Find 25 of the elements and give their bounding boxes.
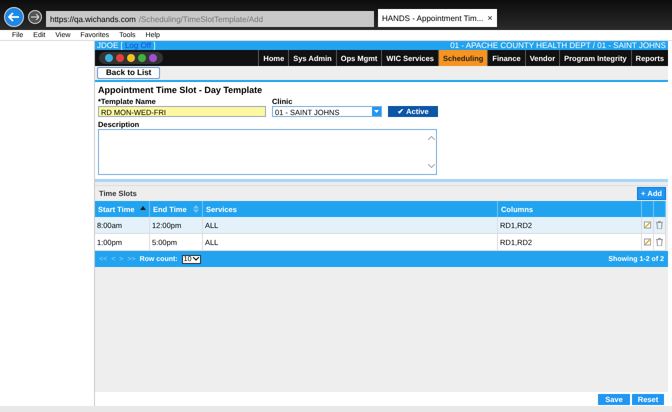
header-cell <box>642 201 654 217</box>
bracket: ] <box>152 41 156 50</box>
close-icon[interactable]: × <box>487 13 493 23</box>
trash-icon[interactable] <box>656 238 663 246</box>
edit-icon[interactable] <box>644 221 651 229</box>
description-field[interactable] <box>98 129 437 175</box>
logo-drawing <box>99 51 163 65</box>
sort-up-icon[interactable] <box>140 205 146 213</box>
arrow-left-icon <box>8 12 20 22</box>
header-cell <box>654 201 666 217</box>
forward-button[interactable] <box>28 10 42 24</box>
trash-icon[interactable] <box>656 221 663 229</box>
back-to-list-button[interactable]: Back to List <box>97 67 160 79</box>
location-text: 01 - APACHE COUNTY HEALTH DEPT / 01 - SAINT JOHNS <box>450 41 666 50</box>
form-title: Appointment Time Slot - Day Template <box>98 85 264 95</box>
browser-tab[interactable]: HANDS - Appointment Tim... × <box>378 9 497 27</box>
address-bar[interactable]: https://qa.wichands.com /Scheduling/TimeSlotTemplate/Add <box>46 11 374 27</box>
dropdown-caret-icon[interactable] <box>193 257 200 261</box>
user-name: JDOE [ <box>97 41 124 50</box>
scroll-up-icon[interactable] <box>428 136 435 140</box>
scroll-down-icon[interactable] <box>428 164 435 168</box>
back-button[interactable] <box>4 6 24 26</box>
arrow-right-icon <box>31 14 39 20</box>
sort-icon[interactable] <box>193 205 199 213</box>
edit-icon[interactable] <box>644 238 651 246</box>
